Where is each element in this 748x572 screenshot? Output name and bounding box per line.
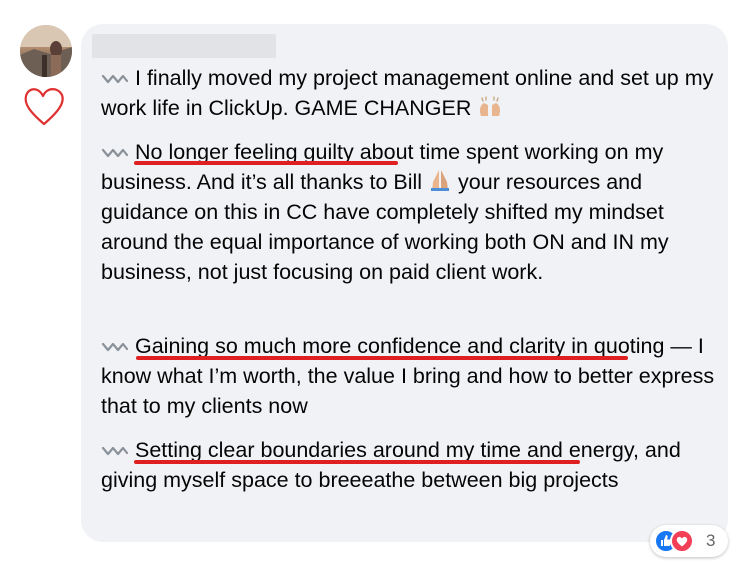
reactions-summary[interactable]: 3 bbox=[650, 525, 728, 557]
red-underline-annotation bbox=[134, 161, 398, 165]
squiggle-bullet-icon bbox=[101, 343, 129, 352]
avatar[interactable] bbox=[20, 25, 72, 77]
red-underline-annotation bbox=[136, 356, 628, 360]
love-reaction-icon bbox=[670, 529, 694, 553]
raising-hands-icon bbox=[480, 96, 501, 116]
comment-paragraph-4: Setting clear boundaries around my time … bbox=[101, 435, 721, 495]
highlighted-phrase: Setting clear boundaries around my time bbox=[135, 438, 522, 462]
paragraph-text: I finally moved my project management on… bbox=[101, 66, 714, 120]
comment-paragraph-2: No longer feeling guilty about time spen… bbox=[101, 137, 721, 287]
squiggle-bullet-icon bbox=[101, 75, 129, 84]
comment-paragraph-1: I finally moved my project management on… bbox=[101, 63, 721, 123]
comment-paragraph-3: Gaining so much more confidence and clar… bbox=[101, 331, 721, 421]
red-underline-annotation bbox=[134, 460, 580, 464]
heart-annotation-icon bbox=[24, 88, 64, 126]
highlighted-phrase: Gaining so much more confidence and clar… bbox=[135, 334, 566, 358]
squiggle-bullet-icon bbox=[101, 447, 129, 456]
folded-hands-icon bbox=[431, 170, 450, 191]
author-name-redacted[interactable] bbox=[92, 34, 276, 58]
squiggle-bullet-icon bbox=[101, 149, 129, 158]
reaction-count: 3 bbox=[706, 531, 716, 550]
